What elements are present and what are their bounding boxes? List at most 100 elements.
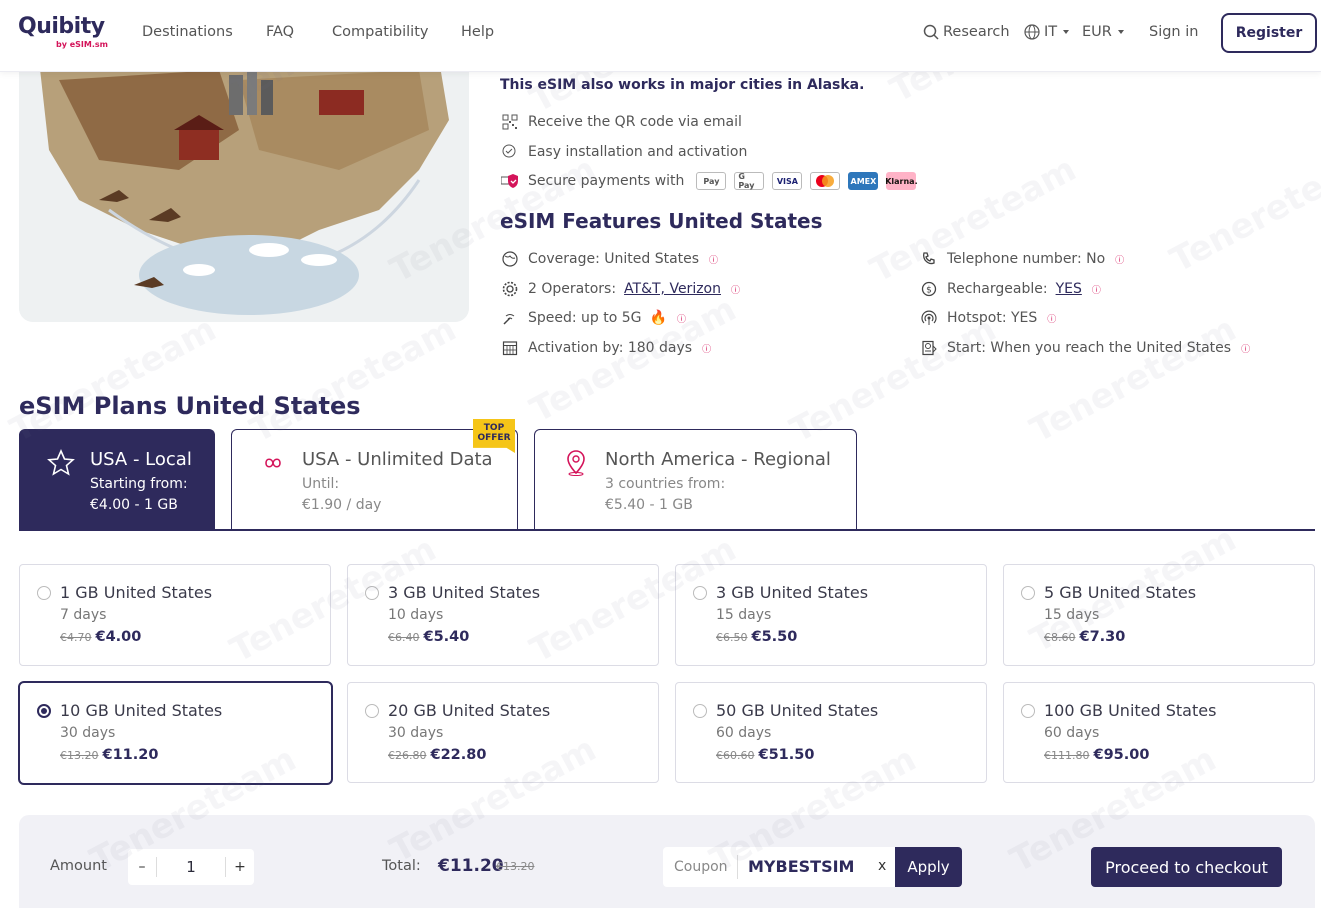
install-text: Easy installation and activation <box>528 144 748 160</box>
tab-price: €1.90 / day <box>302 497 382 513</box>
plan-days: 60 days <box>716 725 772 741</box>
chevron-down-icon <box>1063 30 1070 34</box>
fire-icon: 🔥 <box>649 310 667 326</box>
amount-label: Amount <box>50 858 107 874</box>
plan-card-selected[interactable]: 10 GB United States 30 days €13.20 €11.20 <box>18 681 333 785</box>
new-price: €51.50 <box>758 747 815 763</box>
tab-sub: Starting from: <box>90 476 188 492</box>
proceed-to-checkout-button[interactable]: Proceed to checkout <box>1091 847 1282 887</box>
new-price: €7.30 <box>1079 629 1126 645</box>
tab-usa-local[interactable]: USA - Local Starting from: €4.00 - 1 GB <box>19 429 215 530</box>
plan-price: €13.20 €11.20 <box>60 747 158 763</box>
operators-link[interactable]: AT&T, Verizon <box>624 281 721 297</box>
shield-icon <box>500 171 520 191</box>
signin-link[interactable]: Sign in <box>1149 24 1198 40</box>
plan-card[interactable]: 20 GB United States 30 days €26.80 €22.80 <box>347 682 659 783</box>
klarna-icon: Klarna. <box>885 172 918 190</box>
plan-card[interactable]: 50 GB United States 60 days €60.60 €51.50 <box>675 682 987 783</box>
amex-icon: AMEX <box>848 172 879 190</box>
svg-text:$: $ <box>926 286 932 296</box>
plan-price: €6.40 €5.40 <box>388 629 469 645</box>
plan-card[interactable]: 100 GB United States 60 days €111.80 €95.… <box>1003 682 1315 783</box>
nav-destinations[interactable]: Destinations <box>142 24 233 40</box>
new-price: €95.00 <box>1093 747 1150 763</box>
plan-card[interactable]: 3 GB United States 15 days €6.50 €5.50 <box>675 564 987 666</box>
info-icon[interactable]: ⓘ <box>677 312 686 325</box>
info-icon[interactable]: ⓘ <box>1241 342 1250 355</box>
currency-selector[interactable]: EUR <box>1082 24 1124 40</box>
info-icon[interactable]: ⓘ <box>1047 312 1056 325</box>
gear-icon <box>500 279 520 299</box>
qr-code-row: Receive the QR code via email <box>500 112 742 132</box>
features-title: eSIM Features United States <box>500 209 823 233</box>
plan-radio-checked[interactable] <box>37 704 51 718</box>
feature-rechargeable-prefix: Rechargeable: <box>947 281 1048 297</box>
plan-price: €111.80 €95.00 <box>1044 747 1149 763</box>
plan-radio[interactable] <box>365 704 379 718</box>
location-pin-icon <box>567 450 585 476</box>
feature-coverage-text: Coverage: United States <box>528 251 700 267</box>
plan-title: 10 GB United States <box>60 701 223 720</box>
coupon-input[interactable]: MYBESTSIM <box>748 857 854 876</box>
plan-days: 30 days <box>60 725 116 741</box>
destination-illustration <box>19 60 469 322</box>
apply-coupon-button[interactable]: Apply <box>895 847 962 887</box>
plans-title: eSIM Plans United States <box>19 392 361 420</box>
plan-card[interactable]: 5 GB United States 15 days €8.60 €7.30 <box>1003 564 1315 666</box>
plan-radio[interactable] <box>37 586 51 600</box>
plan-radio[interactable] <box>1021 704 1035 718</box>
hotspot-icon <box>919 308 939 328</box>
plan-days: 15 days <box>1044 607 1100 623</box>
feature-operators: 2 Operators: AT&T, Verizon ⓘ <box>500 279 740 299</box>
info-icon[interactable]: ⓘ <box>709 253 718 266</box>
plan-card[interactable]: 1 GB United States 7 days €4.70 €4.00 <box>19 564 331 666</box>
decrement-button[interactable]: – <box>128 849 156 885</box>
tab-price: €4.00 - 1 GB <box>90 497 178 513</box>
payments-row: Secure payments with Pay G Pay VISA AMEX… <box>500 171 918 191</box>
nav-compatibility[interactable]: Compatibility <box>332 24 428 40</box>
signal-icon <box>500 308 520 328</box>
payment-logos: Pay G Pay VISA AMEX Klarna. <box>696 172 918 190</box>
plan-title: 3 GB United States <box>388 583 541 602</box>
info-icon[interactable]: ⓘ <box>1115 253 1124 266</box>
install-row: Easy installation and activation <box>500 142 747 162</box>
feature-start: Start: When you reach the United States ⓘ <box>919 338 1250 358</box>
nav-help[interactable]: Help <box>461 24 494 40</box>
plan-radio[interactable] <box>365 586 379 600</box>
rechargeable-link[interactable]: YES <box>1056 281 1082 297</box>
tab-sub: 3 countries from: <box>605 476 726 492</box>
info-icon[interactable]: ⓘ <box>731 283 740 296</box>
mastercard-icon <box>810 172 841 190</box>
quantity-input[interactable]: 1 <box>156 857 226 877</box>
old-price: €6.50 <box>716 631 748 644</box>
new-price: €22.80 <box>430 747 487 763</box>
research-link[interactable]: Research <box>923 24 1010 40</box>
new-price: €4.00 <box>95 629 142 645</box>
plan-price: €8.60 €7.30 <box>1044 629 1125 645</box>
brand-logo[interactable]: Quibity by eSIM.sm <box>18 14 118 54</box>
plan-title: 50 GB United States <box>716 701 879 720</box>
recharge-icon: $ <box>919 279 939 299</box>
plan-radio[interactable] <box>1021 586 1035 600</box>
calendar-icon <box>500 338 520 358</box>
plan-radio[interactable] <box>693 704 707 718</box>
tab-north-america[interactable]: North America - Regional 3 countries fro… <box>534 429 857 530</box>
brand-sub: by eSIM.sm <box>56 40 108 49</box>
plan-title: 100 GB United States <box>1044 701 1217 720</box>
tab-sub: Until: <box>302 476 340 492</box>
new-price: €11.20 <box>102 747 159 763</box>
sim-install-icon <box>500 142 520 162</box>
info-icon[interactable]: ⓘ <box>1092 283 1101 296</box>
feature-telephone-text: Telephone number: No <box>947 251 1106 267</box>
register-button[interactable]: Register <box>1221 13 1317 53</box>
nav-faq[interactable]: FAQ <box>266 24 294 40</box>
info-icon[interactable]: ⓘ <box>702 342 711 355</box>
increment-button[interactable]: + <box>226 849 254 885</box>
total-price: €11.20 <box>438 856 504 876</box>
plan-card[interactable]: 3 GB United States 10 days €6.40 €5.40 <box>347 564 659 666</box>
language-selector[interactable]: IT <box>1024 24 1070 40</box>
payments-text: Secure payments with <box>528 173 685 189</box>
plan-radio[interactable] <box>693 586 707 600</box>
research-label: Research <box>943 24 1010 40</box>
clear-coupon-button[interactable]: x <box>878 858 886 874</box>
